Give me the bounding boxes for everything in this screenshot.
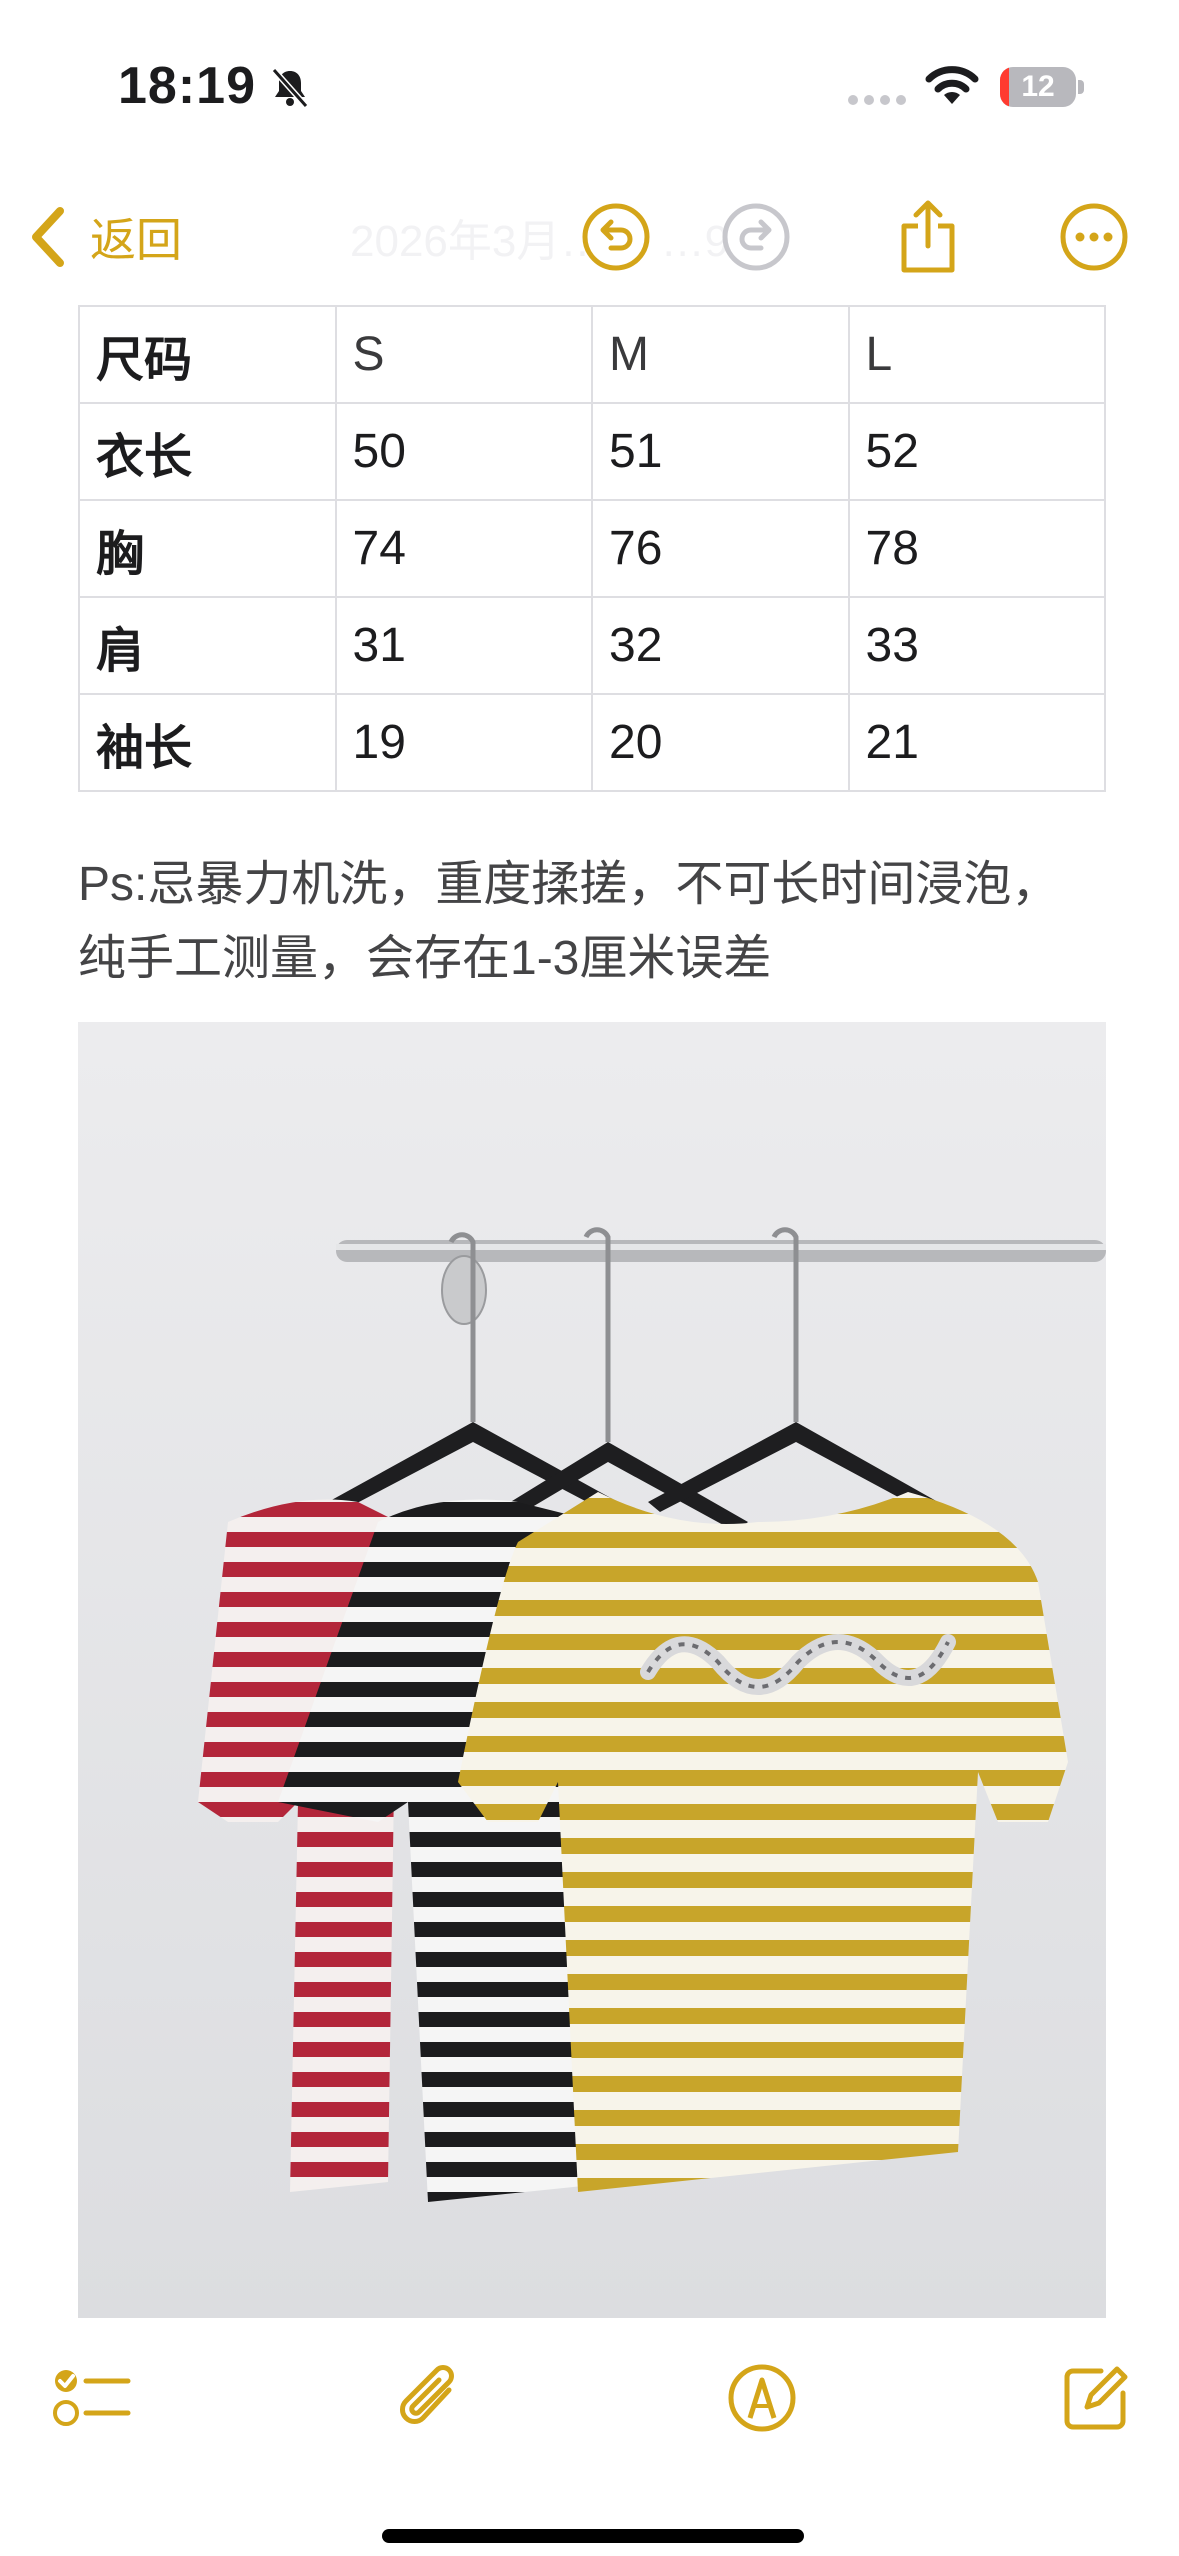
care-note[interactable]: Ps:忌暴力机洗，重度揉搓，不可长时间浸泡， 纯手工测量，会存在1-3厘米误差 <box>78 848 1138 996</box>
back-label: 返回 <box>90 214 182 266</box>
size-table-row: 胸 74 76 78 <box>78 499 1106 598</box>
bottom-toolbar <box>0 2330 1179 2480</box>
ellipsis-circle-icon <box>1060 203 1128 271</box>
compose-note-button[interactable] <box>1048 2350 1144 2446</box>
battery-indicator: 12 <box>1000 67 1086 107</box>
size-table-cell[interactable]: 33 <box>847 596 1106 695</box>
share-icon <box>901 200 955 273</box>
size-table-cell[interactable]: 21 <box>847 693 1106 792</box>
wifi-icon <box>925 66 979 104</box>
size-table-row-label[interactable]: 尺码 <box>78 305 337 404</box>
battery-percent: 12 <box>1021 70 1055 103</box>
undo-button[interactable] <box>568 189 664 285</box>
compose-icon <box>1064 2366 1128 2430</box>
product-photo-striped-tees <box>78 1022 1106 2318</box>
size-table-row: 肩 31 32 33 <box>78 596 1106 695</box>
pen-circle-icon <box>728 2364 796 2432</box>
size-table-cell[interactable]: 19 <box>334 693 593 792</box>
more-options-button[interactable] <box>1046 189 1142 285</box>
attach-button[interactable] <box>384 2350 480 2446</box>
paperclip-icon <box>400 2365 454 2424</box>
redo-icon <box>722 203 790 271</box>
size-table-row: 衣长 50 51 52 <box>78 402 1106 501</box>
size-table-row-label[interactable]: 衣长 <box>78 402 337 501</box>
size-table-cell[interactable]: L <box>847 305 1106 404</box>
size-table-cell[interactable]: 50 <box>334 402 593 501</box>
back-button[interactable]: 返回 <box>26 197 182 277</box>
size-table-row-label[interactable]: 袖长 <box>78 693 337 792</box>
size-table-cell[interactable]: 76 <box>591 499 850 598</box>
silent-bell-icon <box>271 68 309 108</box>
size-chart-table: 尺码 S M L 衣长 50 51 52 胸 74 76 78 肩 31 32 33 袖长 19 20 21 <box>78 305 1106 792</box>
home-indicator[interactable] <box>382 2529 804 2543</box>
size-table-cell[interactable]: 20 <box>591 693 850 792</box>
size-table-row: 袖长 19 20 21 <box>78 693 1106 792</box>
status-time: 18:19 <box>118 57 256 115</box>
size-table-cell[interactable]: 78 <box>847 499 1106 598</box>
size-table-row-label[interactable]: 肩 <box>78 596 337 695</box>
size-table-cell[interactable]: 74 <box>334 499 593 598</box>
size-table-row: 尺码 S M L <box>78 305 1106 404</box>
care-note-line-2: 纯手工测量，会存在1-3厘米误差 <box>78 932 772 985</box>
status-bar: 18:19 12 <box>0 0 1179 175</box>
note-date-title: 2026年3月…日 …9 <box>350 217 730 266</box>
checklist-button[interactable] <box>44 2350 140 2446</box>
redo-button[interactable] <box>708 189 804 285</box>
share-button[interactable] <box>880 189 976 285</box>
size-table-cell[interactable]: S <box>334 305 593 404</box>
size-table-cell[interactable]: 32 <box>591 596 850 695</box>
size-table-cell[interactable]: 31 <box>334 596 593 695</box>
size-table-cell[interactable]: 52 <box>847 402 1106 501</box>
chevron-left-icon <box>32 207 64 267</box>
product-photo[interactable] <box>78 1022 1106 2318</box>
cellular-signal-icon <box>848 95 906 105</box>
size-table-cell[interactable]: M <box>591 305 850 404</box>
checklist-icon <box>53 2370 131 2426</box>
size-table-row-label[interactable]: 胸 <box>78 499 337 598</box>
care-note-line-1: Ps:忌暴力机洗，重度揉搓，不可长时间浸泡， <box>78 858 1060 911</box>
size-table-cell[interactable]: 51 <box>591 402 850 501</box>
undo-icon <box>582 203 650 271</box>
navigation-bar: 返回 2026年3月…日 …9 <box>0 175 1179 300</box>
markup-button[interactable] <box>714 2350 810 2446</box>
